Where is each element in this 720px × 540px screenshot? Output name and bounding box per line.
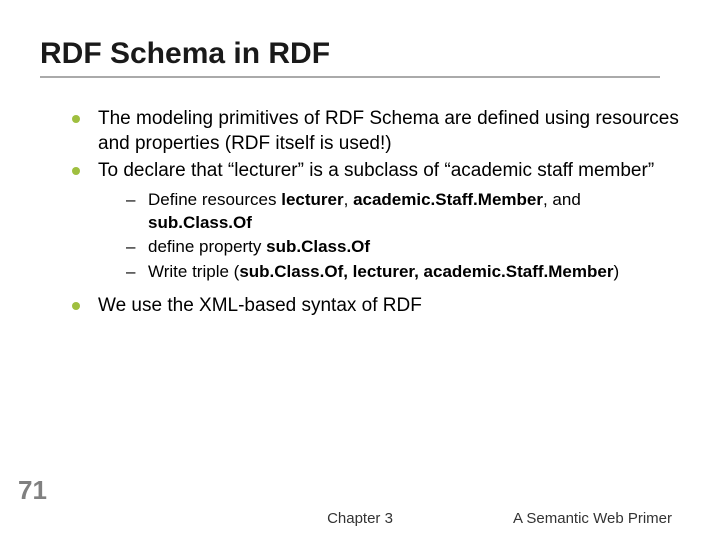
slide-title: RDF Schema in RDF [40,36,680,72]
title-wrap: RDF Schema in RDF [40,36,680,78]
bullet-text: The modeling primitives of RDF Schema ar… [98,108,679,154]
bullet-item: The modeling primitives of RDF Schema ar… [68,106,680,156]
text: Define resources [148,190,281,209]
conclusion-item: We use the XML-based syntax of RDF [68,293,680,318]
conclusion-text: We use the XML-based syntax of RDF [98,295,422,316]
slide-number: 71 [18,475,47,506]
footer-right: A Semantic Web Primer [513,510,672,527]
conclusion-list: We use the XML-based syntax of RDF [68,293,680,318]
bold-text: academic.Staff.Member [353,190,543,209]
bullet-text: To declare that “lecturer” is a subclass… [98,160,654,181]
text: define property [148,237,266,256]
slide-body: The modeling primitives of RDF Schema ar… [40,106,680,318]
text: ) [613,262,619,281]
bullet-list: The modeling primitives of RDF Schema ar… [68,106,680,183]
sub-bullet-item: Write triple (sub.Class.Of, lecturer, ac… [124,261,680,283]
bullet-item: To declare that “lecturer” is a subclass… [68,158,680,183]
slide: RDF Schema in RDF The modeling primitive… [0,0,720,540]
bold-text: sub.Class.Of [266,237,370,256]
sub-bullet-list: Define resources lecturer, academic.Staf… [124,189,680,283]
sub-bullet-item: Define resources lecturer, academic.Staf… [124,189,680,234]
text: , and [543,190,581,209]
bold-text: sub.Class.Of [148,213,252,232]
bold-text: lecturer [281,190,343,209]
text: Write triple ( [148,262,239,281]
bold-text: sub.Class.Of, lecturer, academic.Staff.M… [239,262,613,281]
sub-bullet-item: define property sub.Class.Of [124,236,680,258]
title-underline [40,76,660,78]
text: , [344,190,353,209]
